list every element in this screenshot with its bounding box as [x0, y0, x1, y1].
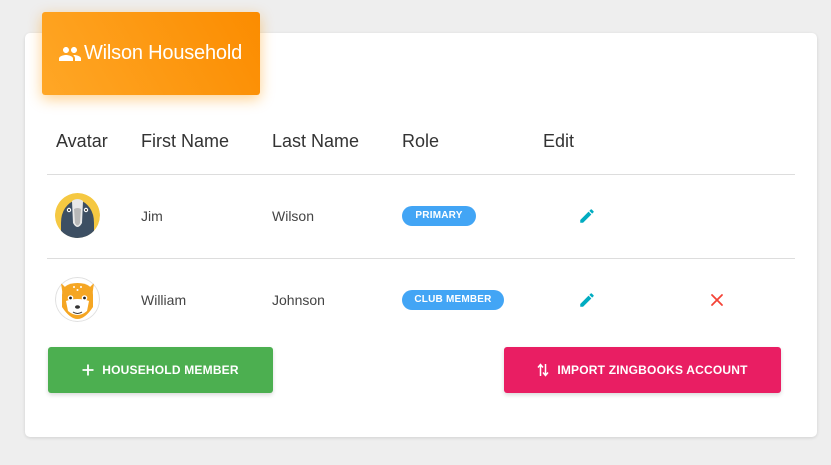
header-divider	[47, 174, 795, 175]
edit-member-button[interactable]	[577, 206, 597, 226]
last-name-cell: Wilson	[272, 208, 315, 224]
column-header-avatar: Avatar	[56, 131, 108, 151]
household-title: Wilson Household	[84, 42, 242, 64]
edit-member-button[interactable]	[577, 290, 597, 310]
role-badge: PRIMARY	[402, 206, 476, 226]
plus-icon	[82, 364, 94, 376]
swap-vertical-icon	[537, 363, 549, 377]
close-icon	[710, 293, 724, 307]
import-label: IMPORT ZINGBOOKS ACCOUNT	[557, 363, 748, 377]
import-zingbooks-account-button[interactable]: IMPORT ZINGBOOKS ACCOUNT	[504, 347, 781, 393]
pencil-icon	[578, 291, 596, 309]
first-name-cell: Jim	[141, 208, 163, 224]
role-badge: CLUB MEMBER	[402, 290, 504, 310]
column-header-edit: Edit	[543, 131, 575, 151]
column-header-first-name: First Name	[141, 131, 230, 151]
card-header: Wilson Household	[42, 12, 260, 95]
column-header-last-name: Last Name	[272, 131, 360, 151]
fox-avatar	[55, 277, 100, 322]
add-member-label: HOUSEHOLD MEMBER	[102, 363, 239, 377]
first-name-cell: William	[141, 292, 187, 308]
add-household-member-button[interactable]: HOUSEHOLD MEMBER	[48, 347, 273, 393]
column-header-role: Role	[402, 131, 440, 151]
remove-member-button[interactable]	[707, 290, 727, 310]
people-icon	[58, 42, 82, 66]
last-name-cell: Johnson	[272, 292, 325, 308]
shoebill-bird-avatar	[55, 193, 100, 238]
pencil-icon	[578, 207, 596, 225]
row-divider	[47, 258, 795, 259]
